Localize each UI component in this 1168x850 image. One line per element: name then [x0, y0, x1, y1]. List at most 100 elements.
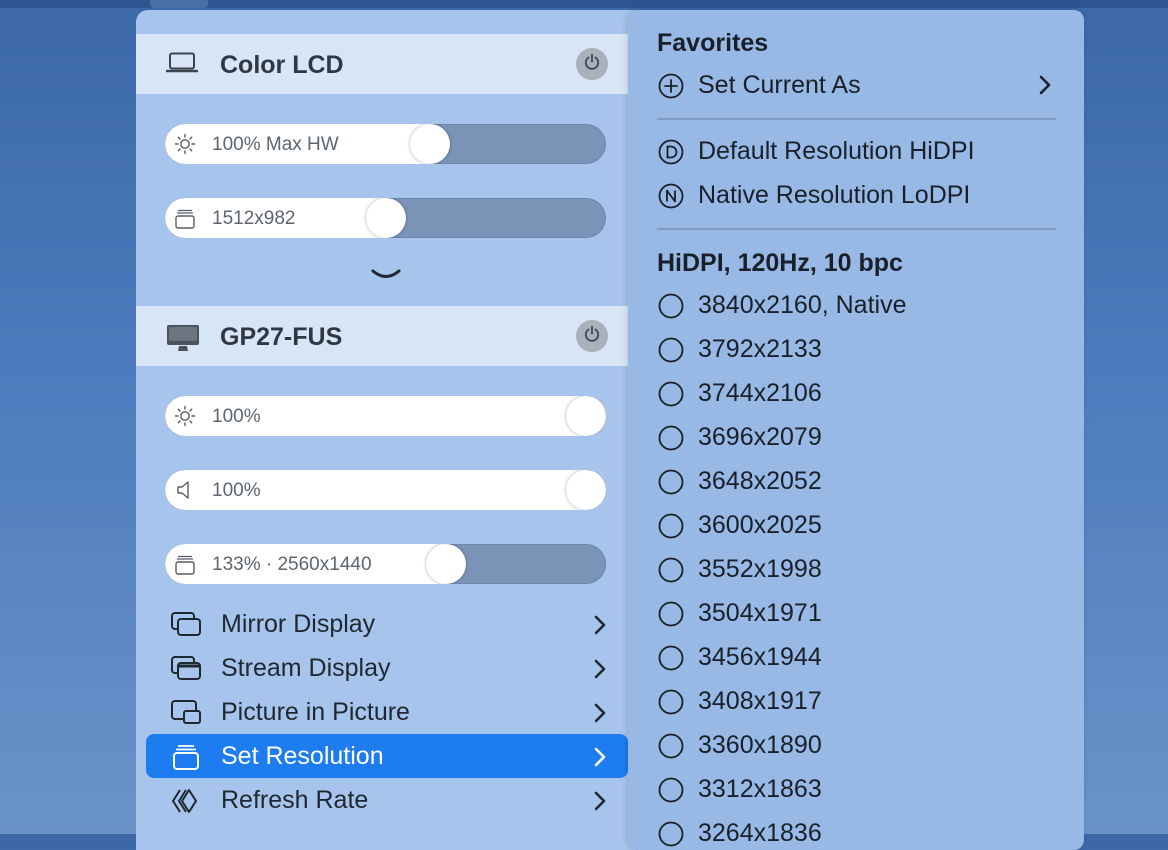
menu-bar-active-item[interactable]: [150, 0, 208, 8]
radio-circle-icon: [657, 336, 685, 364]
brightness-icon: [173, 404, 197, 428]
monitor-icon: [166, 324, 200, 357]
resolution-option[interactable]: 3552x1998: [657, 552, 1057, 592]
menu-item-label: Picture in Picture: [221, 698, 410, 726]
display-header-color-lcd: Color LCD: [136, 34, 628, 94]
menu-item-stream-display[interactable]: Stream Display: [146, 646, 628, 690]
collapse-chevron-icon[interactable]: [371, 268, 401, 287]
radio-circle-icon: [657, 292, 685, 320]
resolution-slider[interactable]: 133% · 2560x1440: [165, 544, 606, 584]
brightness-slider[interactable]: 100% Max HW: [165, 124, 606, 164]
radio-circle-icon: [657, 776, 685, 804]
resolution-label: 3312x1863: [698, 775, 822, 803]
chevron-right-icon: [593, 790, 607, 817]
slider-knob[interactable]: [425, 544, 466, 584]
resolution-label: 3696x2079: [698, 423, 822, 451]
resolution-option[interactable]: 3600x2025: [657, 508, 1057, 548]
menu-item-mirror-display[interactable]: Mirror Display: [146, 602, 628, 646]
default-resolution-item[interactable]: Default Resolution HiDPI: [657, 134, 1057, 174]
pip-icon: [170, 699, 204, 727]
hidpi-heading: HiDPI, 120Hz, 10 bpc: [657, 249, 903, 277]
resolution-icon: [170, 743, 204, 771]
menu-item-set-resolution[interactable]: Set Resolution: [146, 734, 628, 778]
resolution-label: 3792x2133: [698, 335, 822, 363]
resolution-label: 3600x2025: [698, 511, 822, 539]
volume-slider[interactable]: 100%: [165, 470, 606, 510]
laptop-icon: [165, 52, 199, 79]
resolution-option[interactable]: 3648x2052: [657, 464, 1057, 504]
resolution-label: 3840x2160, Native: [698, 291, 907, 319]
radio-circle-icon: [657, 380, 685, 408]
display-header-gp27-fus: GP27-FUS: [136, 306, 628, 366]
resolution-option[interactable]: 3840x2160, Native: [657, 288, 1057, 328]
set-current-as-item[interactable]: Set Current As: [657, 68, 1057, 108]
slider-label: 100%: [212, 480, 261, 501]
resolution-option[interactable]: 3696x2079: [657, 420, 1057, 460]
resolution-label: 3408x1917: [698, 687, 822, 715]
radio-circle-icon: [657, 644, 685, 672]
resolution-label: 3456x1944: [698, 643, 822, 671]
native-resolution-item[interactable]: Native Resolution LoDPI: [657, 178, 1057, 218]
chevron-right-icon: [593, 746, 607, 773]
menu-item-refresh-rate[interactable]: Refresh Rate: [146, 778, 628, 822]
slider-label: 100%: [212, 406, 261, 427]
power-icon: [583, 53, 601, 76]
chevron-right-icon: [1038, 74, 1052, 101]
resolution-label: 3648x2052: [698, 467, 822, 495]
brightness-slider[interactable]: 100%: [165, 396, 606, 436]
menu-item-label: Set Resolution: [221, 742, 384, 770]
slider-label: 133% · 2560x1440: [212, 554, 372, 575]
power-button[interactable]: [576, 48, 608, 80]
radio-circle-icon: [657, 424, 685, 452]
radio-circle-icon: [657, 732, 685, 760]
displays-panel: Color LCD 100% Max HW 1512x982 GP27-FUS: [136, 10, 636, 850]
chevron-right-icon: [593, 702, 607, 729]
display-name: GP27-FUS: [220, 323, 343, 351]
radio-circle-icon: [657, 556, 685, 584]
radio-circle-icon: [657, 820, 685, 848]
display-name: Color LCD: [220, 51, 344, 79]
resolution-option[interactable]: 3264x1836: [657, 816, 1057, 850]
item-label: Set Current As: [698, 71, 861, 99]
radio-circle-icon: [657, 600, 685, 628]
resolution-label: 3744x2106: [698, 379, 822, 407]
slider-knob[interactable]: [409, 124, 450, 164]
radio-circle-icon: [657, 468, 685, 496]
resolution-icon: [173, 206, 197, 230]
slider-knob[interactable]: [566, 470, 606, 510]
resolution-slider[interactable]: 1512x982: [165, 198, 606, 238]
item-label: Default Resolution HiDPI: [698, 137, 975, 165]
separator: [657, 228, 1056, 230]
brightness-icon: [173, 132, 197, 156]
menu-bar: [0, 0, 1168, 8]
resolution-label: 3360x1890: [698, 731, 822, 759]
menu-item-label: Refresh Rate: [221, 786, 369, 814]
resolution-option[interactable]: 3360x1890: [657, 728, 1057, 768]
resolution-option[interactable]: 3792x2133: [657, 332, 1057, 372]
chevron-right-icon: [593, 658, 607, 685]
separator: [657, 118, 1056, 120]
resolution-option[interactable]: 3744x2106: [657, 376, 1057, 416]
radio-circle-icon: [657, 688, 685, 716]
radio-circle-icon: [657, 512, 685, 540]
favorites-heading: Favorites: [657, 29, 769, 57]
native-n-icon: [657, 182, 685, 210]
resolution-option[interactable]: 3312x1863: [657, 772, 1057, 812]
slider-knob[interactable]: [365, 198, 406, 238]
refresh-icon: [170, 787, 204, 815]
resolution-option[interactable]: 3408x1917: [657, 684, 1057, 724]
power-icon: [583, 325, 601, 348]
plus-circle-icon: [657, 72, 685, 100]
resolution-option[interactable]: 3504x1971: [657, 596, 1057, 636]
resolution-option[interactable]: 3456x1944: [657, 640, 1057, 680]
resolution-label: 3552x1998: [698, 555, 822, 583]
volume-icon: [173, 478, 197, 502]
slider-label: 1512x982: [212, 208, 296, 229]
slider-knob[interactable]: [566, 396, 606, 436]
chevron-right-icon: [593, 614, 607, 641]
power-button[interactable]: [576, 320, 608, 352]
menu-item-picture-in-picture[interactable]: Picture in Picture: [146, 690, 628, 734]
resolution-label: 3504x1971: [698, 599, 822, 627]
mirror-icon: [170, 611, 204, 639]
slider-label: 100% Max HW: [212, 134, 339, 155]
